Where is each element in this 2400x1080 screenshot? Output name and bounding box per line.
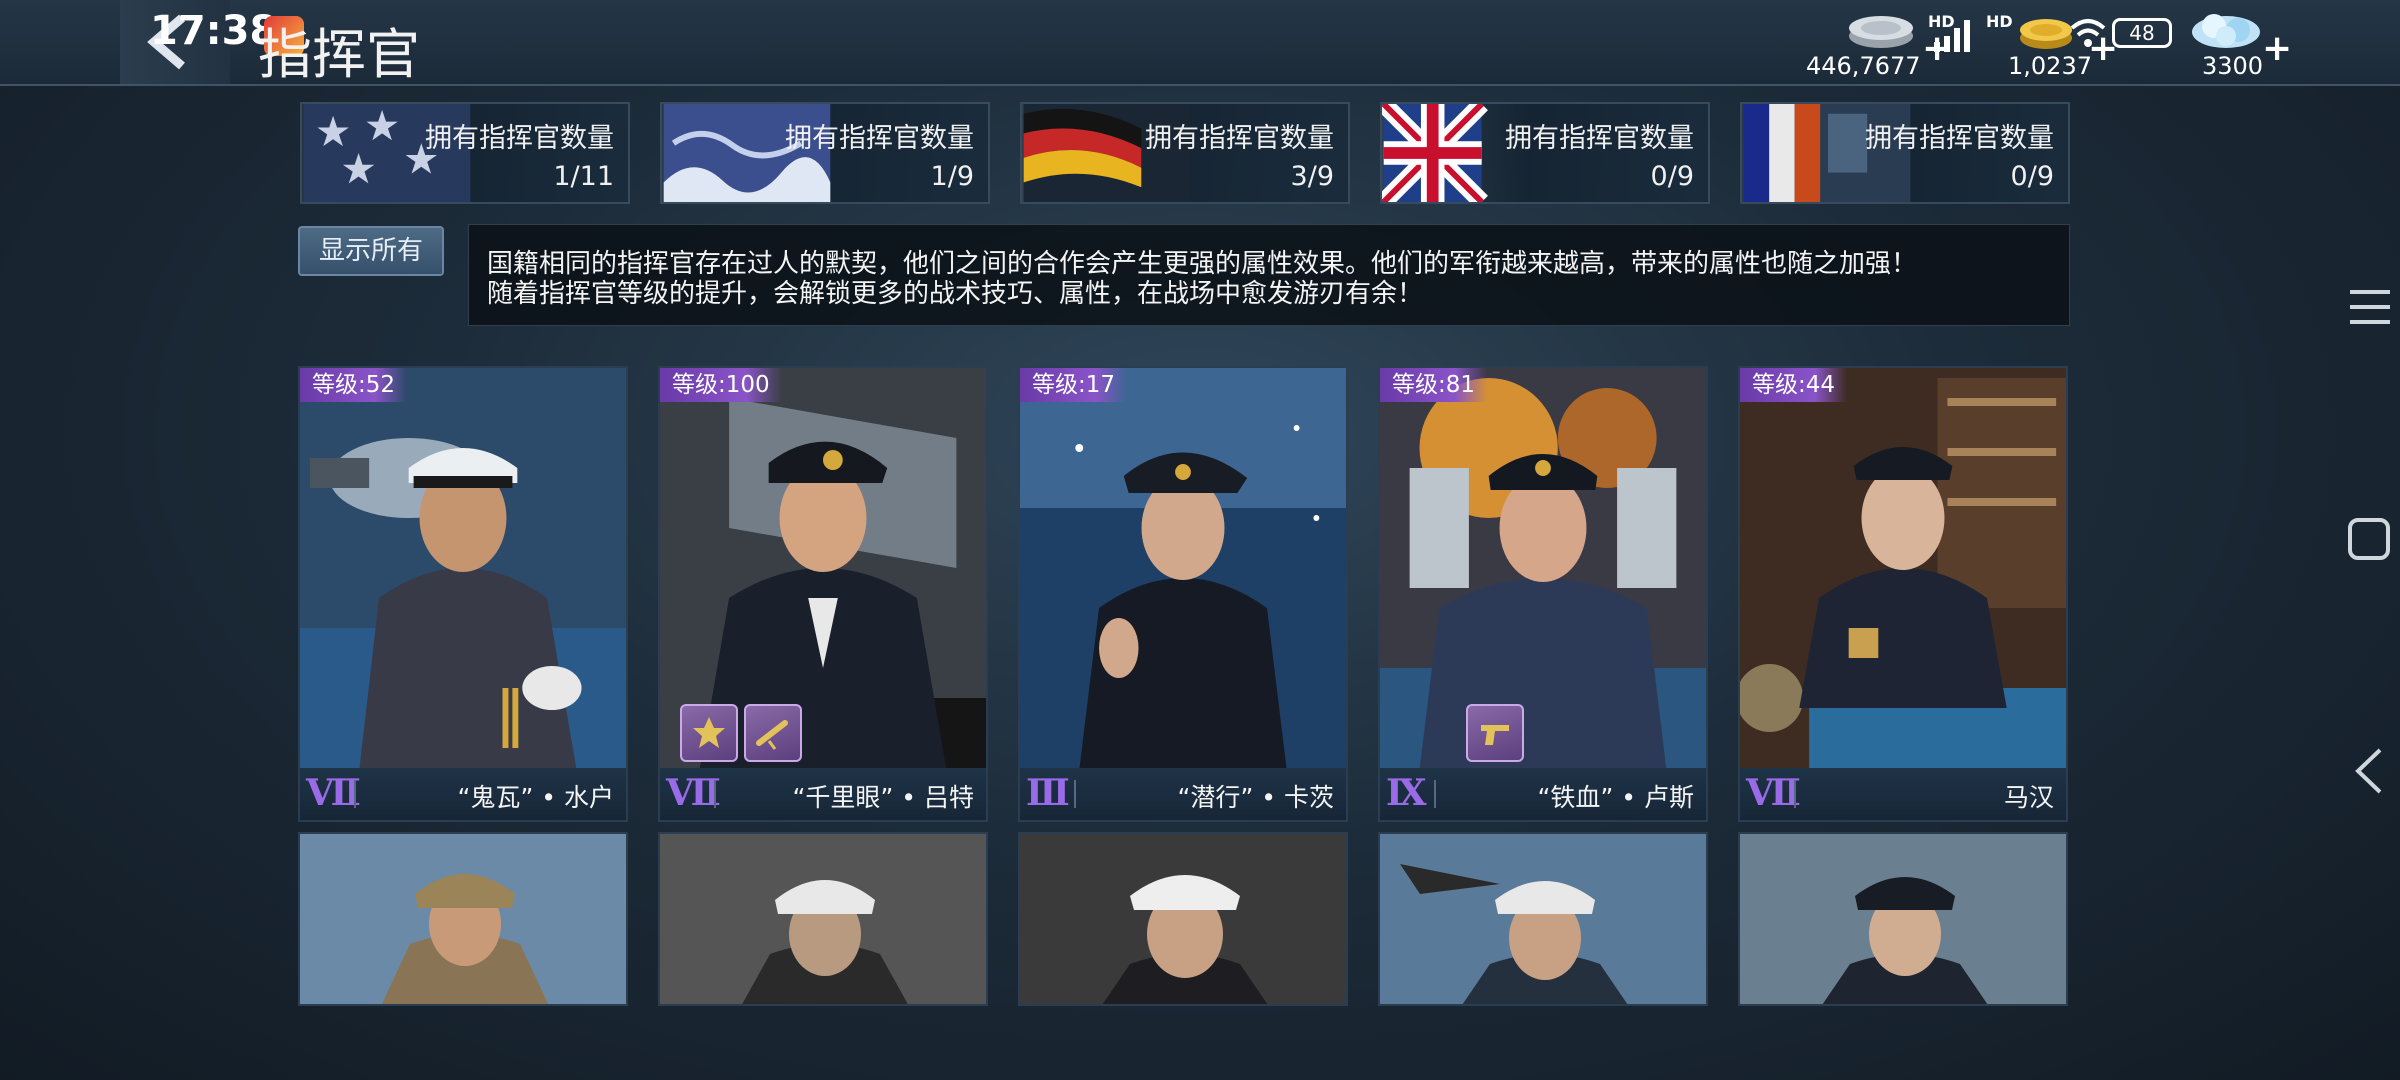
commander-card-lutjens[interactable]: 等级:100 Ⅶ “千里眼” • 吕特 [658, 366, 988, 822]
rank-divider [1794, 780, 1796, 808]
nav-menu-icon[interactable] [2330, 282, 2400, 332]
nation-label: 拥有指挥官数量 [785, 123, 974, 154]
rank-divider [714, 780, 716, 808]
commander-portrait [1740, 368, 2066, 770]
commander-namebar: Ⅸ “铁血” • 卢斯 [1380, 768, 1706, 820]
commander-level: 等级:81 [1380, 368, 1488, 402]
resource-diamond[interactable]: 3300 + [2186, 0, 2292, 84]
nav-home-icon[interactable] [2330, 512, 2400, 568]
commander-level: 等级:17 [1020, 368, 1128, 402]
add-diamond-icon[interactable]: + [2262, 28, 2292, 69]
commander-card-row2-2[interactable] [658, 832, 988, 1006]
add-gold-icon[interactable]: + [2088, 28, 2118, 69]
rank-divider [1434, 780, 1436, 808]
gold-amount: 1,0237 [2008, 52, 2092, 80]
commander-name: “铁血” • 卢斯 [1537, 783, 1694, 812]
commander-card-row2-1[interactable] [298, 832, 628, 1006]
commander-portrait [300, 834, 626, 1004]
nation-tab-germany[interactable]: 拥有指挥官数量 3/9 [1020, 102, 1350, 204]
commander-card-mito[interactable]: 等级:52 Ⅶ “鬼瓦” • 水户 [298, 366, 628, 822]
description-line-2: 随着指挥官等级的提升，会解锁更多的战术技巧、属性，在战场中愈发游刃有余！ [487, 279, 1424, 309]
commander-card-row2-5[interactable] [1738, 832, 2068, 1006]
description-line-1: 国籍相同的指挥官存在过人的默契，他们之间的合作会产生更强的属性效果。他们的军衔越… [487, 249, 1918, 279]
nation-description: 国籍相同的指挥官存在过人的默契，他们之间的合作会产生更强的属性效果。他们的军衔越… [468, 224, 2070, 326]
nation-count: 0/9 [2010, 161, 2054, 192]
commander-namebar: Ⅲ “潜行” • 卡茨 [1020, 768, 1346, 820]
silver-amount: 446,7677 [1806, 52, 1921, 80]
rank-divider [354, 780, 356, 808]
commander-namebar: Ⅶ “千里眼” • 吕特 [660, 768, 986, 820]
nation-label: 拥有指挥官数量 [1505, 123, 1694, 154]
nation-count: 0/9 [1650, 161, 1694, 192]
nation-tab-uk[interactable]: 拥有指挥官数量 0/9 [1380, 102, 1710, 204]
commander-rank: Ⅶ [666, 772, 721, 814]
skill-slot[interactable] [680, 704, 738, 762]
nation-count: 3/9 [1290, 161, 1334, 192]
page-title: 指挥官 [258, 23, 420, 86]
commander-portrait [660, 834, 986, 1004]
commander-rank: Ⅸ [1386, 772, 1427, 814]
resource-gold[interactable]: 1,0237 + [2006, 0, 2126, 84]
diamond-icon [2192, 14, 2260, 48]
commander-name: “鬼瓦” • 水户 [457, 783, 614, 812]
commander-rank: Ⅶ [1746, 772, 1801, 814]
commander-portrait [1380, 834, 1706, 1004]
silver-coin-icon [1849, 16, 1913, 48]
nation-label: 拥有指挥官数量 [1865, 123, 2054, 154]
nation-tab-japan[interactable]: 拥有指挥官数量 1/9 [660, 102, 990, 204]
commander-card-mahan[interactable]: 等级:44 Ⅶ 马汉 [1738, 366, 2068, 822]
commander-portrait [300, 368, 626, 770]
commander-rank: Ⅲ [1026, 772, 1070, 814]
commander-name: “千里眼” • 吕特 [792, 783, 974, 812]
medal-icon [693, 717, 725, 748]
commander-level: 等级:100 [660, 368, 782, 402]
commander-level: 等级:44 [1740, 368, 1848, 402]
commander-name: 马汉 [2003, 783, 2054, 812]
nation-count: 1/9 [930, 161, 974, 192]
show-all-button[interactable]: 显示所有 [298, 226, 444, 276]
commander-namebar: Ⅶ 马汉 [1740, 768, 2066, 820]
skill-slot[interactable] [744, 704, 802, 762]
commander-rank: Ⅶ [306, 772, 361, 814]
commander-card-luth[interactable]: 等级:81 Ⅸ “铁血” • 卢斯 [1378, 366, 1708, 822]
resource-silver[interactable]: 446,7677 + [1806, 0, 1952, 84]
pistol-icon [1481, 725, 1509, 745]
commander-card-katz[interactable]: 等级:17 Ⅲ “潜行” • 卡茨 [1018, 366, 1348, 822]
commander-namebar: Ⅶ “鬼瓦” • 水户 [300, 768, 626, 820]
nation-label: 拥有指挥官数量 [1145, 123, 1334, 154]
commander-portrait [1020, 834, 1346, 1004]
skill-slot[interactable] [1466, 704, 1524, 762]
nav-back-icon[interactable] [2330, 746, 2400, 796]
commander-portrait [1020, 368, 1346, 770]
commander-level: 等级:52 [300, 368, 408, 402]
commander-card-row2-3[interactable] [1018, 832, 1348, 1006]
nation-tab-usa[interactable]: 拥有指挥官数量 1/11 [300, 102, 630, 204]
commander-portrait [1740, 834, 2066, 1004]
commander-portrait [1380, 368, 1706, 770]
commander-card-row2-4[interactable] [1378, 832, 1708, 1006]
add-silver-icon[interactable]: + [1922, 28, 1952, 69]
nation-tab-other[interactable]: 拥有指挥官数量 0/9 [1740, 102, 2070, 204]
rank-divider [1074, 780, 1076, 808]
diamond-amount: 3300 [2202, 52, 2264, 80]
nation-count: 1/11 [553, 161, 614, 192]
nation-label: 拥有指挥官数量 [425, 123, 614, 154]
commander-name: “潜行” • 卡茨 [1177, 783, 1334, 812]
telescope-icon [756, 720, 788, 750]
gold-coin-icon [2020, 19, 2072, 49]
